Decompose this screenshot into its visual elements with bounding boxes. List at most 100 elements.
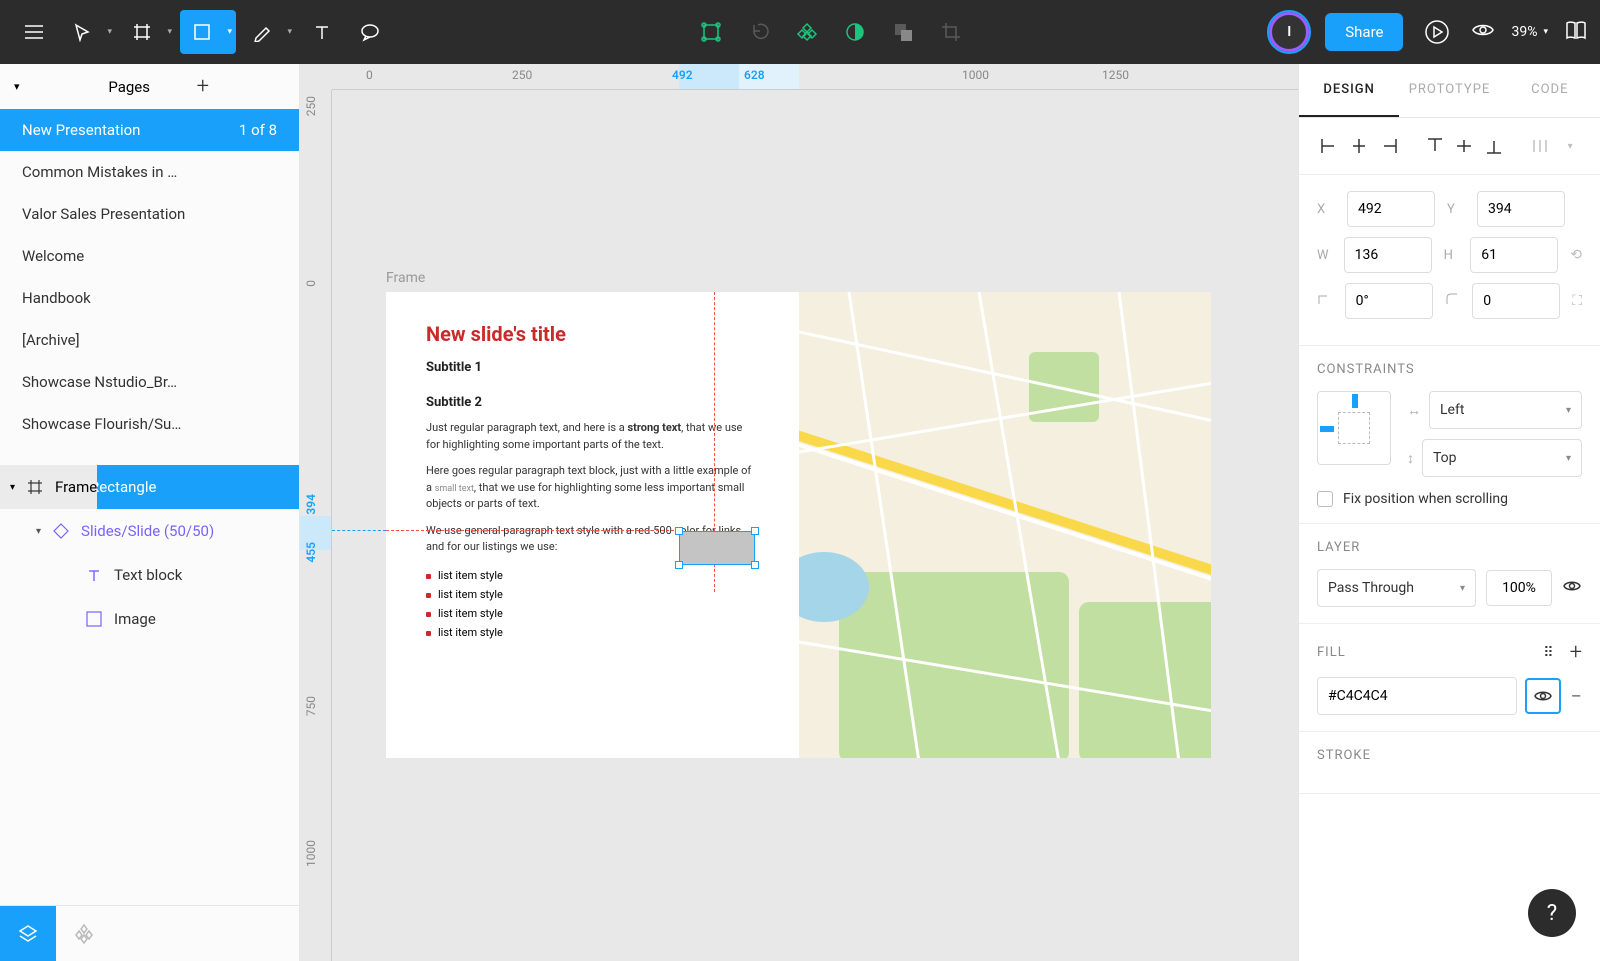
layer-opacity-input[interactable] xyxy=(1486,570,1552,606)
y-input[interactable] xyxy=(1477,191,1565,227)
fill-visibility-toggle[interactable] xyxy=(1525,678,1561,714)
create-component-icon[interactable] xyxy=(785,10,829,54)
pages-title: Pages xyxy=(108,78,196,96)
align-right-icon[interactable] xyxy=(1377,132,1401,160)
pages-header[interactable]: ▾ Pages + xyxy=(0,64,299,109)
add-fill-icon[interactable]: + xyxy=(1570,640,1582,665)
tab-prototype[interactable]: PROTOTYPE xyxy=(1399,64,1499,117)
page-item[interactable]: Common Mistakes in … xyxy=(0,151,299,193)
resize-handle[interactable] xyxy=(751,527,759,535)
chevron-down-icon: ▾ xyxy=(36,526,41,537)
layer-label: Rectangle xyxy=(90,478,156,496)
ruler-tick: 455 xyxy=(304,542,318,563)
help-button[interactable]: ? xyxy=(1528,889,1576,937)
page-item[interactable]: New Presentation1 of 8 xyxy=(0,109,299,151)
constraints-section: CONSTRAINTS ↔ Left▾ ↕ Top▾ xyxy=(1299,346,1600,524)
library-icon[interactable] xyxy=(1564,18,1588,46)
reset-icon[interactable] xyxy=(737,10,781,54)
slide-subtitle: Subtitle 1 xyxy=(426,360,759,375)
layer-section: LAYER Pass Through▾ xyxy=(1299,524,1600,624)
transform-section: X Y W H ⟲ ⛶ xyxy=(1299,175,1600,346)
ruler-tick: 0 xyxy=(304,280,318,287)
ruler-tick: 492 xyxy=(672,68,693,82)
resize-handle[interactable] xyxy=(675,561,683,569)
move-tool[interactable]: ▾ xyxy=(60,10,116,54)
fill-opacity-input[interactable] xyxy=(1516,678,1517,714)
layer-textblock[interactable]: Text block xyxy=(0,553,299,597)
page-item[interactable]: [Archive] xyxy=(0,319,299,361)
fix-position-checkbox[interactable]: Fix position when scrolling xyxy=(1317,491,1582,507)
align-left-icon[interactable] xyxy=(1317,132,1341,160)
layer-frame[interactable]: ▾ Frame xyxy=(0,465,97,509)
layer-label: Frame xyxy=(55,478,97,496)
crop-icon[interactable] xyxy=(929,10,973,54)
h-input[interactable] xyxy=(1470,237,1558,273)
assets-tab[interactable] xyxy=(56,906,112,961)
frame-label[interactable]: Frame xyxy=(386,270,425,286)
present-button[interactable] xyxy=(1419,10,1455,54)
link-icon[interactable]: ⟲ xyxy=(1570,247,1582,263)
blend-mode-select[interactable]: Pass Through▾ xyxy=(1317,569,1476,607)
slide-paragraph: Here goes regular paragraph text block, … xyxy=(426,463,759,513)
style-icon[interactable]: ⠿ xyxy=(1543,645,1555,661)
canvas-area[interactable]: 0 250 492 628 1000 1250 250 0 394 455 75… xyxy=(300,64,1298,961)
resize-handle[interactable] xyxy=(675,527,683,535)
slide-subtitle: Subtitle 2 xyxy=(426,395,759,410)
comment-tool[interactable] xyxy=(348,10,392,54)
menu-button[interactable] xyxy=(12,10,56,54)
page-item[interactable]: Showcase Nstudio_Br… xyxy=(0,361,299,403)
ruler-tick: 0 xyxy=(366,68,373,82)
selected-rectangle[interactable] xyxy=(679,531,755,565)
align-vcenter-icon[interactable] xyxy=(1453,132,1477,160)
page-item[interactable]: Valor Sales Presentation xyxy=(0,193,299,235)
constraints-widget[interactable] xyxy=(1317,391,1391,465)
component-tool[interactable] xyxy=(689,10,733,54)
align-bottom-icon[interactable] xyxy=(1482,132,1506,160)
pen-tool[interactable]: ▾ xyxy=(240,10,296,54)
fill-hex-input[interactable] xyxy=(1318,678,1516,714)
tab-design[interactable]: DESIGN xyxy=(1299,64,1399,117)
layers-tab[interactable] xyxy=(0,906,56,961)
resize-handle[interactable] xyxy=(751,561,759,569)
layer-slides[interactable]: ▾ Slides/Slide (50/50) xyxy=(0,509,299,553)
page-item[interactable]: Welcome xyxy=(0,235,299,277)
pages-list: New Presentation1 of 8 Common Mistakes i… xyxy=(0,109,299,445)
mask-icon[interactable] xyxy=(833,10,877,54)
tab-code[interactable]: CODE xyxy=(1500,64,1600,117)
remove-fill-icon[interactable]: − xyxy=(1571,684,1582,708)
guide-horizontal xyxy=(386,530,679,531)
constraint-h-select[interactable]: Left▾ xyxy=(1429,391,1582,429)
section-title: STROKE xyxy=(1317,748,1582,763)
slide-text-block: New slide's title Subtitle 1 Subtitle 2 … xyxy=(386,292,799,672)
more-icon[interactable]: ▾ xyxy=(1558,132,1582,160)
independent-corners-icon[interactable]: ⛶ xyxy=(1572,293,1582,309)
slide-list: list item style list item style list ite… xyxy=(426,566,759,642)
frame-tool[interactable]: ▾ xyxy=(120,10,176,54)
top-toolbar: ▾ ▾ ▾ ▾ I Share 39%▾ xyxy=(0,0,1600,64)
rotation-input[interactable] xyxy=(1345,283,1433,319)
canvas-frame[interactable]: New slide's title Subtitle 1 Subtitle 2 … xyxy=(386,292,1211,758)
page-item[interactable]: Handbook xyxy=(0,277,299,319)
distribute-icon[interactable] xyxy=(1528,132,1552,160)
shape-tool[interactable]: ▾ xyxy=(180,10,236,54)
ruler-vertical: 250 0 394 455 750 1000 xyxy=(300,90,332,961)
corner-input[interactable] xyxy=(1472,283,1560,319)
user-avatar[interactable]: I xyxy=(1269,12,1309,52)
align-top-icon[interactable] xyxy=(1423,132,1447,160)
layer-image[interactable]: Image xyxy=(0,597,299,641)
add-page-icon[interactable]: + xyxy=(197,74,285,99)
y-label: Y xyxy=(1447,202,1465,217)
share-button[interactable]: Share xyxy=(1325,13,1403,51)
view-icon[interactable] xyxy=(1471,18,1495,46)
page-item[interactable]: Showcase Flourish/Su… xyxy=(0,403,299,445)
x-input[interactable] xyxy=(1347,191,1435,227)
align-hcenter-icon[interactable] xyxy=(1347,132,1371,160)
constraint-v-select[interactable]: Top▾ xyxy=(1422,439,1582,477)
union-icon[interactable] xyxy=(881,10,925,54)
zoom-value: 39% xyxy=(1511,24,1537,40)
list-item: list item style xyxy=(426,623,759,642)
text-tool[interactable] xyxy=(300,10,344,54)
w-input[interactable] xyxy=(1344,237,1432,273)
zoom-control[interactable]: 39%▾ xyxy=(1511,24,1548,40)
eye-icon[interactable] xyxy=(1562,576,1582,600)
